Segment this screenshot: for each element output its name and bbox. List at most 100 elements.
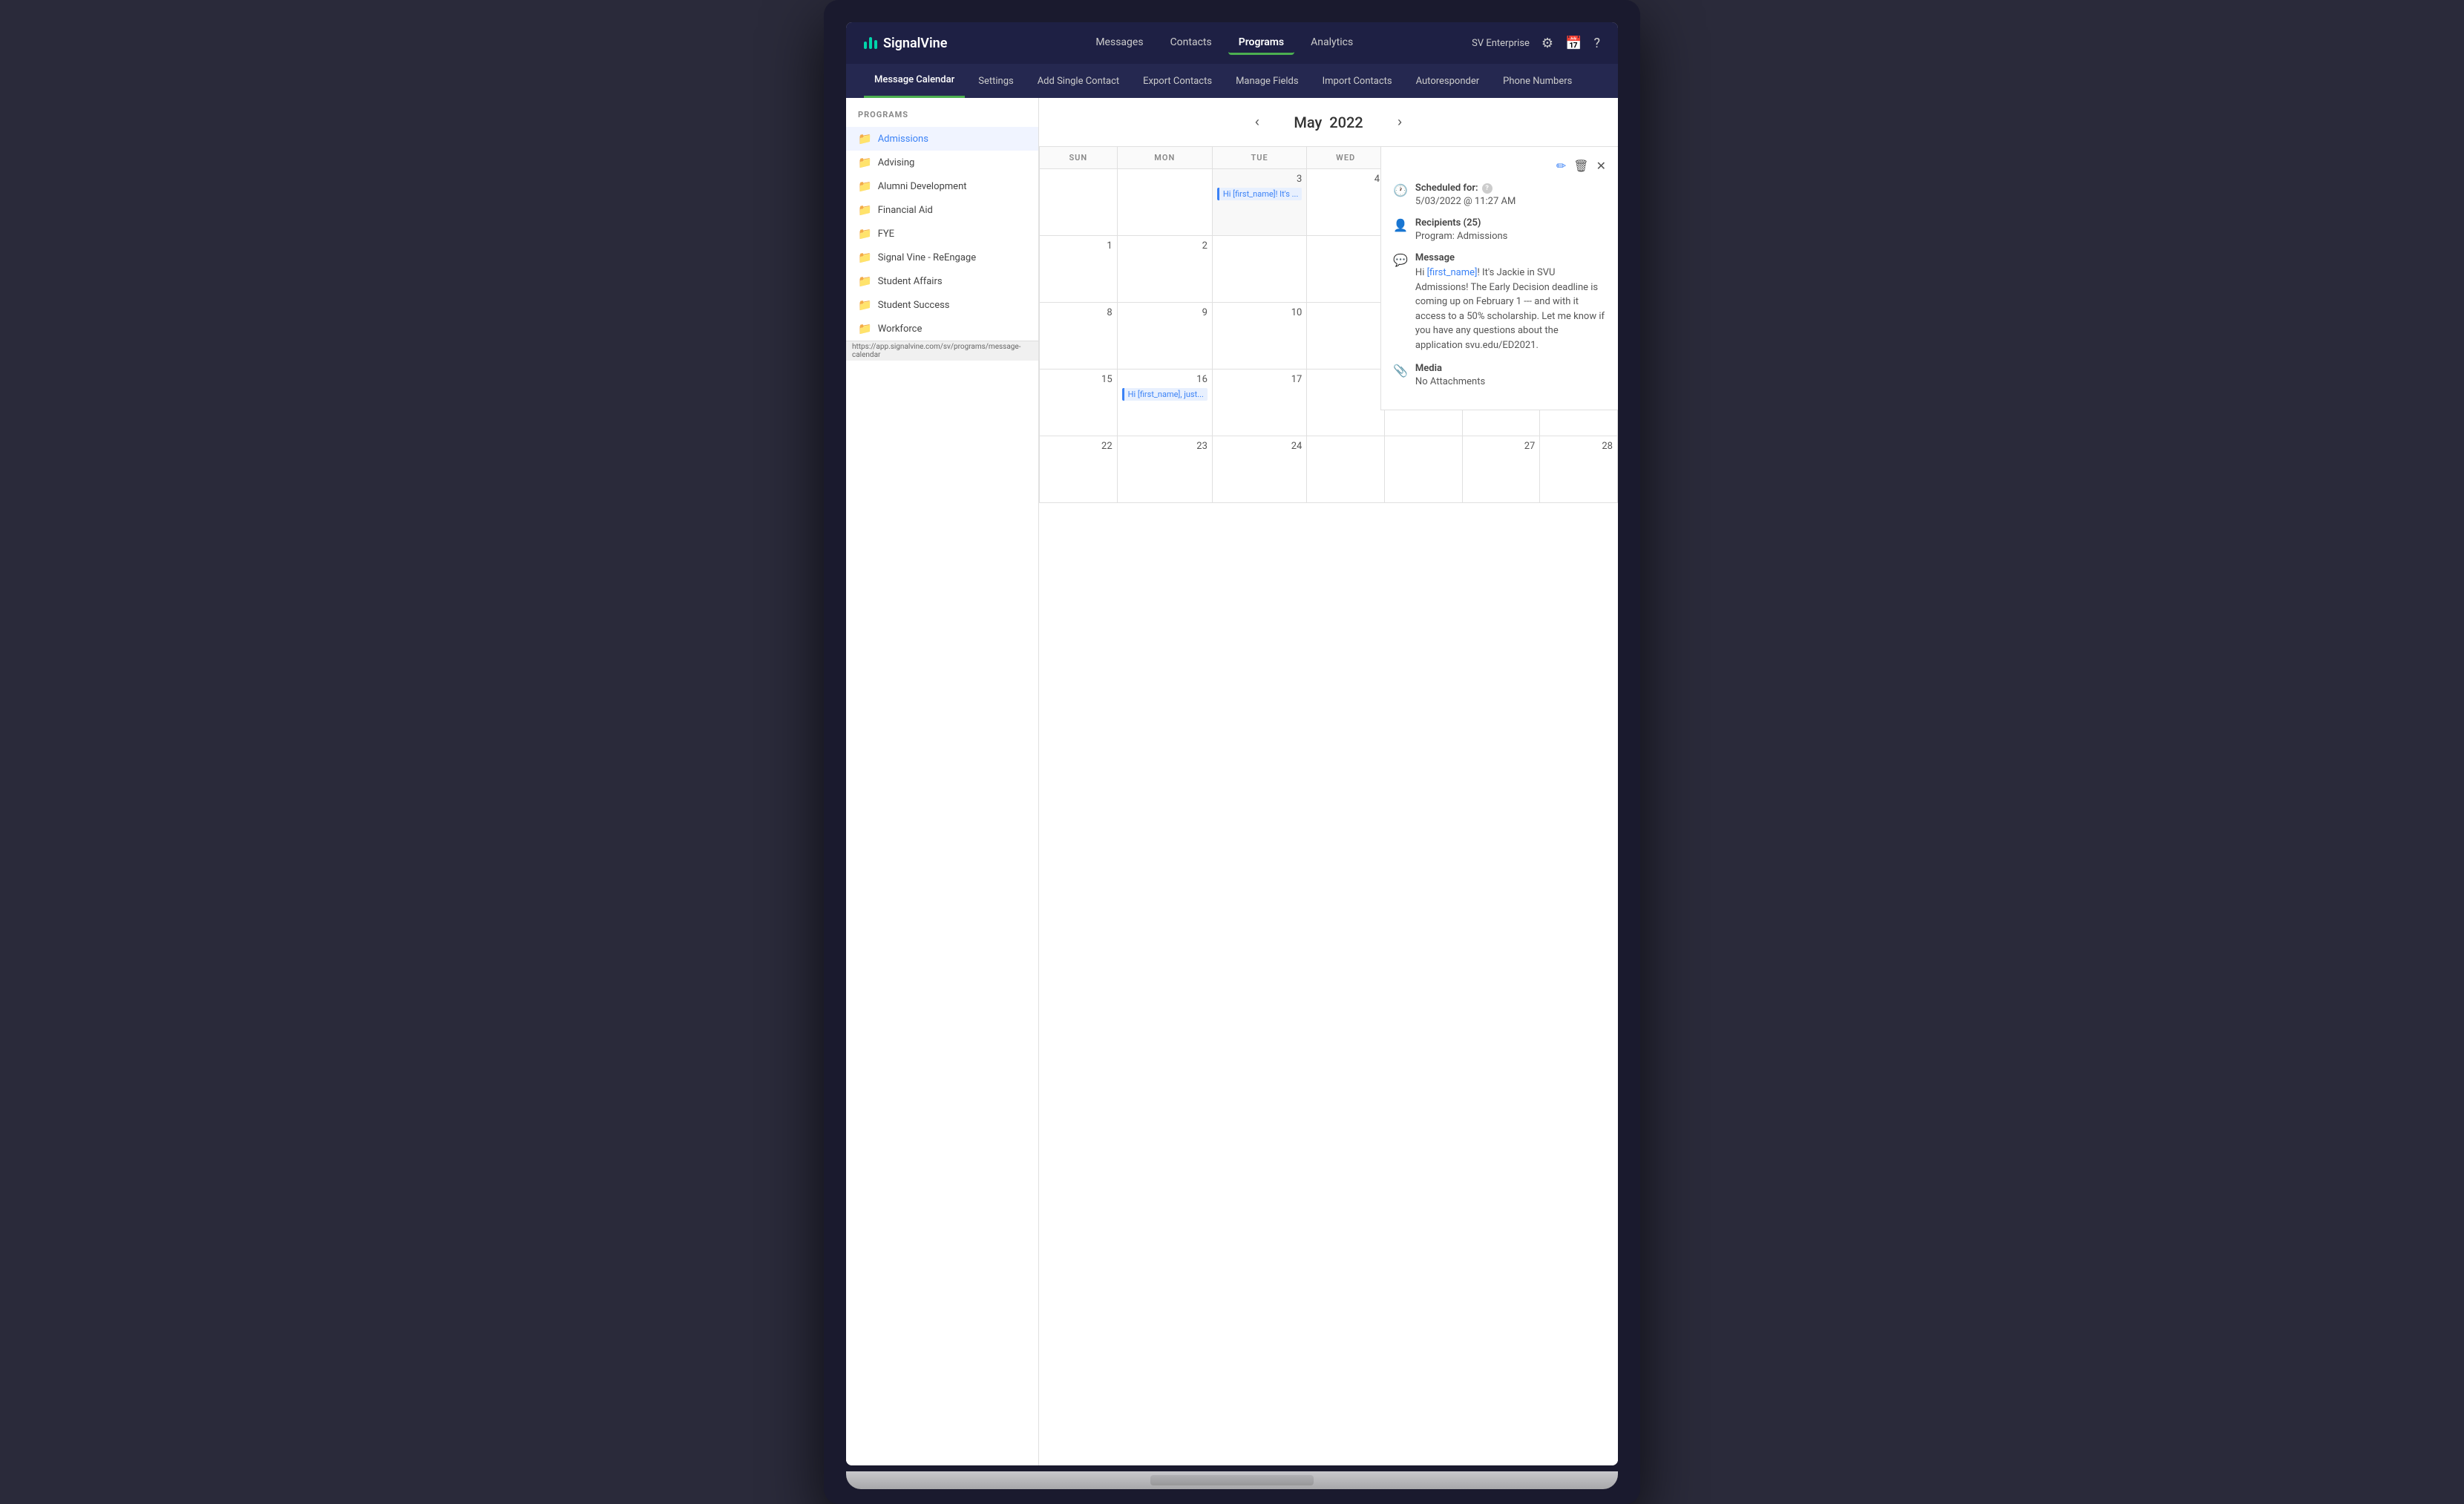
folder-icon-student-affairs: 📁 <box>858 275 872 288</box>
close-popup-button[interactable]: ✕ <box>1596 159 1606 174</box>
cal-day-3: 3 <box>1217 174 1302 188</box>
cal-cell-2: 2 <box>1118 236 1213 303</box>
sidebar-label-financial-aid: Financial Aid <box>878 205 933 216</box>
cal-cell-16[interactable]: 16 Hi [first_name], just... <box>1118 370 1213 436</box>
popup-recipients-content: Recipients (25) Program: Admissions <box>1415 217 1507 242</box>
day-header-mon: MON <box>1118 147 1213 169</box>
nav-contacts[interactable]: Contacts <box>1160 32 1222 55</box>
cal-cell-15: 15 <box>1040 370 1118 436</box>
logo: SignalVine <box>864 36 947 51</box>
delete-event-button[interactable]: 🗑 <box>1573 159 1588 174</box>
cal-cell-24: 24 <box>1213 436 1307 503</box>
sidebar-label-workforce: Workforce <box>878 324 923 335</box>
logo-bar-3 <box>874 40 877 49</box>
subnav-import-contacts[interactable]: Import Contacts <box>1312 64 1403 98</box>
cal-cell-1: 1 <box>1040 236 1118 303</box>
cal-cell-empty-12 <box>1307 436 1385 503</box>
popup-message-text: Hi [first_name]! It's Jackie in SVU Admi… <box>1415 266 1606 352</box>
subnav-autoresponder[interactable]: Autoresponder <box>1406 64 1490 98</box>
message-icon: 💬 <box>1393 253 1408 267</box>
cal-cell-3[interactable]: 3 Hi [first_name]! It's ... <box>1213 169 1307 236</box>
subnav-export-contacts[interactable]: Export Contacts <box>1133 64 1222 98</box>
nav-programs[interactable]: Programs <box>1228 32 1294 55</box>
sidebar-label-student-success: Student Success <box>878 300 950 311</box>
cal-cell-empty-8 <box>1307 303 1385 370</box>
clock-icon: 🕐 <box>1393 183 1408 197</box>
cal-cell-9: 9 <box>1118 303 1213 370</box>
laptop-bottom <box>846 1471 1618 1489</box>
popup-scheduled-value: 5/03/2022 @ 11:27 AM <box>1415 196 1516 207</box>
popup-action-buttons: ✏ 🗑 ✕ <box>1393 159 1606 174</box>
media-icon: 📎 <box>1393 364 1408 378</box>
cal-cell-empty-2 <box>1118 169 1213 236</box>
enterprise-label: SV Enterprise <box>1472 38 1530 49</box>
subnav-add-contact[interactable]: Add Single Contact <box>1027 64 1130 98</box>
nav-messages[interactable]: Messages <box>1085 32 1153 55</box>
sub-navigation: Message Calendar Settings Add Single Con… <box>846 64 1618 98</box>
cal-cell-empty-1 <box>1040 169 1118 236</box>
calendar-title: May 2022 <box>1280 114 1377 131</box>
folder-icon-reengage: 📁 <box>858 251 872 264</box>
calendar-area: ‹ May 2022 › SUN MON TUE WED THU FRI <box>1039 98 1618 1465</box>
sidebar-label-fye: FYE <box>878 229 894 240</box>
folder-icon-financial-aid: 📁 <box>858 203 872 217</box>
url-text: https://app.signalvine.com/sv/programs/m… <box>852 343 1020 359</box>
message-highlight: [first_name] <box>1427 267 1478 278</box>
cal-cell-28: 28 <box>1540 436 1618 503</box>
settings-icon[interactable]: ⚙ <box>1541 36 1553 51</box>
subnav-phone-numbers[interactable]: Phone Numbers <box>1493 64 1582 98</box>
trackpad[interactable] <box>1150 1475 1314 1485</box>
subnav-message-calendar[interactable]: Message Calendar <box>864 64 965 98</box>
programs-section-title: PROGRAMS <box>846 110 1038 127</box>
day-header-tue: TUE <box>1213 147 1307 169</box>
sidebar-item-workforce[interactable]: 📁 Workforce <box>846 317 1038 341</box>
sidebar-label-student-affairs: Student Affairs <box>878 276 943 287</box>
folder-icon-student-success: 📁 <box>858 298 872 312</box>
scheduled-help-icon[interactable]: ? <box>1482 183 1493 194</box>
cal-cell-10: 10 <box>1213 303 1307 370</box>
help-icon[interactable]: ? <box>1593 36 1600 51</box>
popup-message-row: 💬 Message Hi [first_name]! It's Jackie i… <box>1393 252 1606 352</box>
sidebar-item-student-affairs[interactable]: 📁 Student Affairs <box>846 269 1038 293</box>
logo-text: SignalVine <box>883 36 947 51</box>
popup-media-value: No Attachments <box>1415 376 1485 387</box>
cal-cell-17: 17 <box>1213 370 1307 436</box>
nav-links: Messages Contacts Programs Analytics <box>977 32 1472 55</box>
edit-event-button[interactable]: ✏ <box>1556 159 1566 174</box>
subnav-settings[interactable]: Settings <box>968 64 1023 98</box>
sidebar-label-advising: Advising <box>878 157 915 168</box>
sidebar-item-student-success[interactable]: 📁 Student Success <box>846 293 1038 317</box>
sidebar-item-reengage[interactable]: 📁 Signal Vine - ReEngage <box>846 246 1038 269</box>
next-month-button[interactable]: › <box>1392 111 1408 133</box>
sidebar-item-financial-aid[interactable]: 📁 Financial Aid <box>846 198 1038 222</box>
cal-cell-22: 22 <box>1040 436 1118 503</box>
cal-cell-27: 27 <box>1463 436 1541 503</box>
popup-scheduled-label: Scheduled for: ? <box>1415 183 1516 194</box>
cal-event-3[interactable]: Hi [first_name]! It's ... <box>1217 188 1302 200</box>
url-bar: https://app.signalvine.com/sv/programs/m… <box>846 341 1038 361</box>
folder-icon-alumni: 📁 <box>858 180 872 193</box>
popup-media-content: Media No Attachments <box>1415 363 1485 387</box>
logo-bar-2 <box>869 37 872 49</box>
sidebar-item-admissions[interactable]: 📁 Admissions <box>846 127 1038 151</box>
sidebar-item-advising[interactable]: 📁 Advising <box>846 151 1038 174</box>
cal-cell-empty-13 <box>1385 436 1463 503</box>
sidebar-label-reengage: Signal Vine - ReEngage <box>878 252 976 263</box>
folder-icon-workforce: 📁 <box>858 322 872 335</box>
popup-message-content: Message Hi [first_name]! It's Jackie in … <box>1415 252 1606 352</box>
popup-recipients-value: Program: Admissions <box>1415 231 1507 242</box>
cal-cell-8: 8 <box>1040 303 1118 370</box>
prev-month-button[interactable]: ‹ <box>1249 111 1265 133</box>
cal-event-16[interactable]: Hi [first_name], just... <box>1122 388 1208 401</box>
sidebar-label-alumni: Alumni Development <box>878 181 967 192</box>
popup-recipients-row: 👤 Recipients (25) Program: Admissions <box>1393 217 1606 242</box>
nav-analytics[interactable]: Analytics <box>1300 32 1363 55</box>
subnav-manage-fields[interactable]: Manage Fields <box>1225 64 1309 98</box>
sidebar: PROGRAMS 📁 Admissions 📁 Advising 📁 Alumn… <box>846 98 1039 1465</box>
calendar-icon[interactable]: 📅 <box>1565 36 1582 51</box>
sidebar-item-fye[interactable]: 📁 FYE <box>846 222 1038 246</box>
main-content: PROGRAMS 📁 Admissions 📁 Advising 📁 Alumn… <box>846 98 1618 1465</box>
sidebar-item-alumni[interactable]: 📁 Alumni Development <box>846 174 1038 198</box>
nav-right: SV Enterprise ⚙ 📅 ? <box>1472 36 1600 51</box>
folder-icon-admissions: 📁 <box>858 132 872 145</box>
